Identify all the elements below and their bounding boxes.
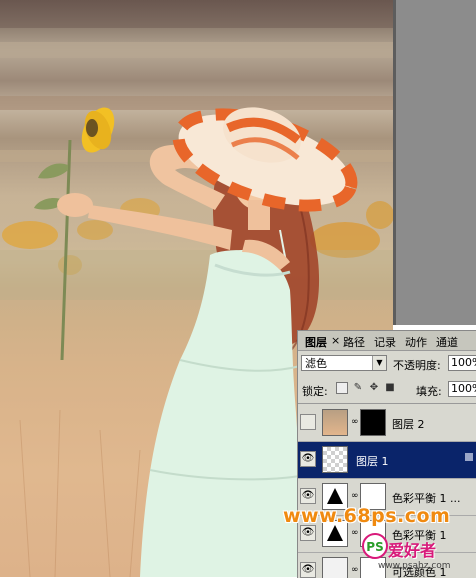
layer-thumbnail: [322, 409, 348, 436]
canvas-edge: [393, 0, 396, 325]
layer-name: 图层 2: [392, 418, 425, 431]
blurred-sunflower: [77, 220, 113, 240]
eye-icon[interactable]: 👁: [300, 562, 316, 578]
brand-logo-icon: PS: [362, 533, 388, 559]
blend-mode-select[interactable]: 滤色 ▼: [301, 355, 387, 371]
divider: [298, 403, 476, 404]
brand-watermark: 爱好者: [388, 541, 437, 560]
layer-mask-thumbnail: [360, 409, 386, 436]
sun-hat: [172, 107, 358, 212]
blurred-greenery: [0, 250, 393, 300]
sunflower-head: [81, 107, 115, 153]
lock-all-icon[interactable]: ■: [384, 382, 396, 394]
tab-channels[interactable]: 通道: [436, 334, 458, 350]
lock-image-pixels-icon[interactable]: ✎: [352, 382, 364, 394]
layer-thumbnail: [322, 446, 348, 473]
layer-name: 图层 1: [356, 455, 389, 468]
eye-icon[interactable]: 👁: [300, 451, 316, 467]
opacity-label: 不透明度:: [393, 359, 441, 372]
layer-row-layer-2[interactable]: ∞ 图层 2: [298, 405, 476, 442]
link-icon: ∞: [351, 565, 359, 575]
link-icon: ∞: [351, 528, 359, 538]
blend-opacity-row: 滤色 ▼ 不透明度: 100%: [298, 353, 476, 375]
fill-field[interactable]: 100%: [448, 381, 476, 397]
brand-prefix: PS: [366, 540, 383, 554]
eye-icon[interactable]: 👁: [300, 488, 316, 504]
tab-history[interactable]: 记录: [374, 334, 396, 350]
eye-icon[interactable]: 👁: [300, 525, 316, 541]
visibility-toggle-empty[interactable]: [300, 414, 316, 430]
lock-transparent-pixels-icon[interactable]: [336, 382, 348, 394]
sunflower-leaf: [38, 163, 68, 179]
adjustment-thumbnail: [322, 557, 348, 578]
chevron-down-icon[interactable]: ▼: [372, 356, 386, 370]
opacity-field[interactable]: 100%: [448, 355, 476, 371]
lock-fill-row: 锁定: ✎ ✥ ■ 填充: 100%: [298, 379, 476, 399]
tab-close-icon[interactable]: ×: [331, 334, 340, 347]
canvas-background: [393, 0, 476, 325]
layer-name: 色彩平衡 1 ...: [392, 492, 461, 505]
site-watermark: www.68ps.com: [283, 505, 451, 527]
tab-actions[interactable]: 动作: [405, 334, 427, 350]
blurred-sunflower: [366, 201, 393, 229]
layer-row-layer-1[interactable]: 👁 图层 1: [298, 442, 476, 479]
hand: [57, 193, 93, 217]
tab-layers[interactable]: 图层: [305, 334, 327, 350]
link-icon: ∞: [351, 417, 359, 427]
tab-paths[interactable]: 路径: [343, 334, 365, 350]
lock-position-icon[interactable]: ✥: [368, 382, 380, 394]
link-icon: ∞: [351, 491, 359, 501]
brand-url: www.psahz.com: [378, 561, 451, 571]
blurred-sunflower: [2, 221, 58, 249]
blend-mode-value: 滤色: [305, 357, 327, 370]
layer-lock-icon: [465, 453, 473, 461]
fill-label: 填充:: [416, 385, 442, 398]
lock-label: 锁定:: [302, 385, 328, 398]
panel-tab-bar: 图层 × 路径 记录 动作 通道: [298, 331, 476, 351]
